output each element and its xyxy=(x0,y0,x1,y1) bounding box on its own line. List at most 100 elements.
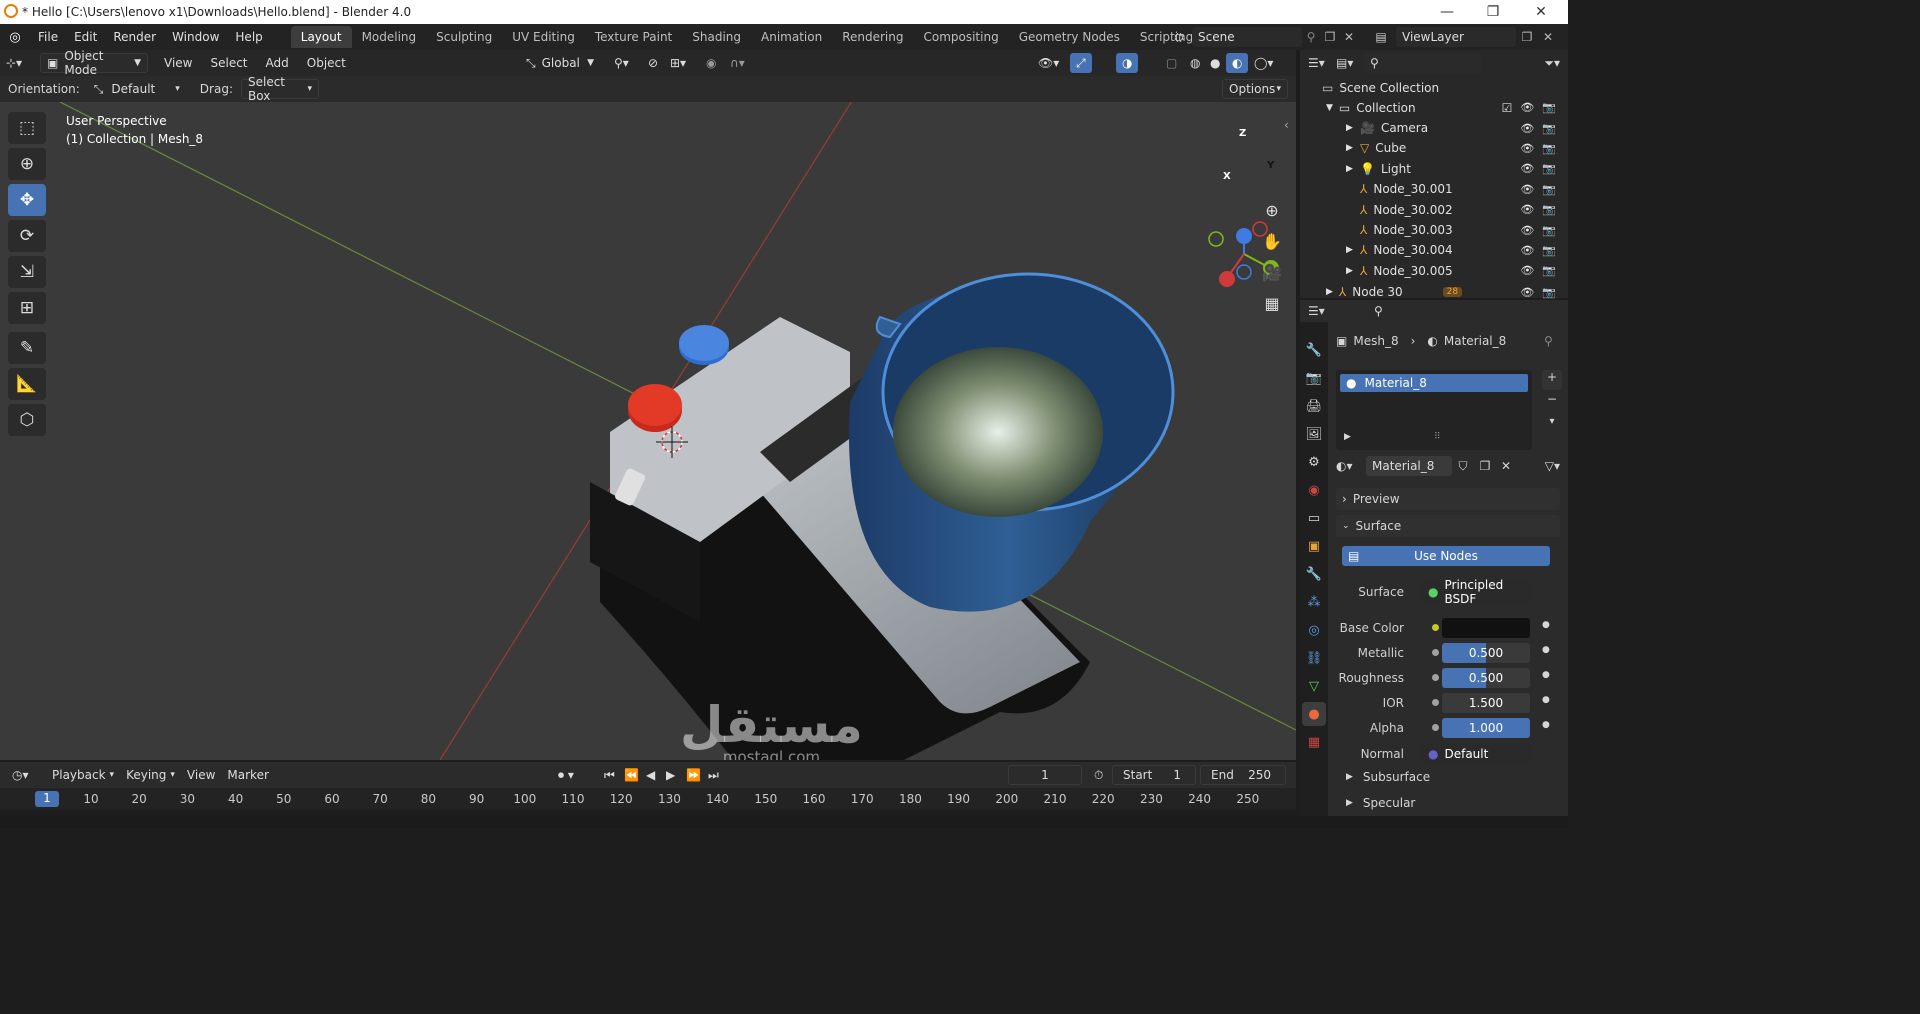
annotate-tool-icon[interactable]: ✎ xyxy=(8,332,46,364)
outliner-row-camera[interactable]: ▶ 🎥 Camera 👁 📷 xyxy=(1300,118,1568,138)
tab-uv-editing[interactable]: UV Editing xyxy=(502,26,585,48)
add-slot-button[interactable]: + xyxy=(1542,370,1562,390)
auto-keying-icon[interactable]: ⏺ ▾ xyxy=(552,765,580,785)
pan-hand-icon[interactable]: ✋ xyxy=(1258,227,1286,255)
object-mode-dropdown[interactable]: ▣ Object Mode ▼ xyxy=(40,49,148,77)
visibility-eye-icon[interactable]: 👁 xyxy=(1520,244,1534,257)
physics-tab-icon[interactable]: ◎ xyxy=(1302,618,1326,642)
scale-tool-icon[interactable]: ⇲ xyxy=(8,256,46,288)
play-reverse-icon[interactable]: ◀ xyxy=(640,765,661,785)
visibility-eye-icon[interactable]: 👁 xyxy=(1520,203,1534,216)
expand-arrow-icon[interactable]: ▶ xyxy=(1346,143,1360,153)
surface-panel-header[interactable]: ⌄ Surface xyxy=(1336,515,1560,537)
outliner-row-node-30-003[interactable]: ⅄ Node_30.003 👁 📷 xyxy=(1300,220,1568,240)
tab-modeling[interactable]: Modeling xyxy=(352,26,427,48)
texture-tab-icon[interactable]: ▦ xyxy=(1302,730,1326,754)
view-layer-tab-icon[interactable]: 🖼 xyxy=(1302,422,1326,446)
scene-collection-row[interactable]: ▭ Scene Collection xyxy=(1300,78,1568,98)
animate-dot-icon[interactable]: ● xyxy=(1542,670,1550,680)
options-dropdown[interactable]: Options ▾ xyxy=(1222,79,1288,99)
animate-dot-icon[interactable]: ● xyxy=(1542,645,1550,655)
cursor-tool-icon[interactable]: ⊕ xyxy=(8,148,46,180)
expand-arrow-icon[interactable]: ▶ xyxy=(1346,266,1360,276)
visibility-eye-icon[interactable]: 👁 xyxy=(1520,224,1534,237)
subsurface-subpanel[interactable]: ▶ Subsurface xyxy=(1346,770,1430,784)
animate-dot-icon[interactable]: ● xyxy=(1542,720,1550,730)
gizmo-y-label[interactable]: Y xyxy=(1267,160,1274,171)
render-camera-icon[interactable]: 📷 xyxy=(1542,244,1556,257)
collection-tab-icon[interactable]: ▭ xyxy=(1302,506,1326,530)
base-color-swatch[interactable] xyxy=(1442,618,1530,638)
outliner-row-node-30-002[interactable]: ⅄ Node_30.002 👁 📷 xyxy=(1300,200,1568,220)
properties-editor-icon[interactable]: ☰▾ xyxy=(1308,304,1368,318)
tab-geometry-nodes[interactable]: Geometry Nodes xyxy=(1009,26,1130,48)
tab-sculpting[interactable]: Sculpting xyxy=(426,26,502,48)
visibility-eye-icon[interactable]: 👁 xyxy=(1520,162,1534,175)
visibility-eye-icon[interactable]: 👁 xyxy=(1520,183,1534,196)
metallic-slider[interactable]: 0.500 xyxy=(1442,643,1530,663)
alpha-slider[interactable]: 1.000 xyxy=(1442,718,1530,738)
orientation-setting-dropdown[interactable]: ⤡ Default ▾ xyxy=(88,79,186,99)
gizmo-z-label[interactable]: Z xyxy=(1239,128,1246,139)
xray-toggle-icon[interactable]: ▢ xyxy=(1160,53,1183,73)
pin-icon[interactable]: ⚲ xyxy=(1544,334,1553,348)
outliner-row-light[interactable]: ▶ 💡 Light 👁 📷 xyxy=(1300,159,1568,179)
delete-view-layer-icon[interactable]: ✕ xyxy=(1538,30,1558,44)
node-30-row[interactable]: ▶ ⅄ Node 30 28 👁 📷 xyxy=(1300,282,1568,302)
editor-type-icon[interactable]: ⊹▾ xyxy=(0,53,40,73)
surface-shader-field[interactable]: ● Principled BSDF xyxy=(1422,578,1530,606)
outliner-row-node-30-001[interactable]: ⅄ Node_30.001 👁 📷 xyxy=(1300,179,1568,199)
end-frame-field[interactable]: End 250 xyxy=(1200,765,1286,785)
particles-tab-icon[interactable]: ⁂ xyxy=(1302,590,1326,614)
select-box-tool-icon[interactable]: ⬚ xyxy=(8,112,46,144)
timeline-view-menu[interactable]: View xyxy=(181,765,221,785)
material-shading-icon[interactable]: ◐ xyxy=(1226,53,1249,73)
tab-animation[interactable]: Animation xyxy=(751,26,832,48)
tab-layout[interactable]: Layout xyxy=(290,26,352,48)
marker-menu[interactable]: Marker xyxy=(221,765,274,785)
pivot-point-icon[interactable]: ⚲▾ xyxy=(608,53,635,73)
proportional-edit-icon[interactable]: ◉ xyxy=(700,53,722,73)
view-layer-name-field[interactable]: ViewLayer xyxy=(1396,27,1516,47)
constraints-tab-icon[interactable]: ⛓ xyxy=(1302,646,1326,670)
render-camera-icon[interactable]: 📷 xyxy=(1542,162,1556,175)
visibility-eye-icon[interactable]: 👁 xyxy=(1520,101,1534,115)
resize-handle-icon[interactable]: ⠿ xyxy=(1434,432,1441,442)
visibility-eye-icon[interactable]: 👁 xyxy=(1520,286,1534,299)
display-mode-icon[interactable]: ▤▾ xyxy=(1336,56,1364,70)
expand-arrow-icon[interactable]: ▶ xyxy=(1346,164,1360,174)
new-view-layer-icon[interactable]: ❐ xyxy=(1516,30,1538,44)
value-socket-icon[interactable] xyxy=(1432,674,1439,681)
visibility-icon[interactable]: 👁▾ xyxy=(1032,53,1065,73)
minimize-button[interactable]: — xyxy=(1424,0,1470,24)
material-browse-icon[interactable]: ◐▾ xyxy=(1336,459,1366,473)
menu-add[interactable]: Add xyxy=(260,53,295,73)
outliner-row-cube[interactable]: ▶ ▽ Cube 👁 📷 xyxy=(1300,138,1568,158)
tool-tab-icon[interactable]: 🔧 xyxy=(1302,338,1326,362)
timeline-ruler[interactable]: 1 10 20 30 40 50 60 70 80 90 100 110 120 130 140 150 16… xyxy=(0,788,1296,810)
collection-row[interactable]: ▼ ▭ Collection ☑ 👁 📷 xyxy=(1300,98,1568,118)
rendered-shading-icon[interactable]: ◯▾ xyxy=(1248,53,1279,73)
outliner-editor-icon[interactable]: ☰▾ xyxy=(1308,56,1336,70)
visibility-eye-icon[interactable]: 👁 xyxy=(1520,122,1534,135)
material-name-field[interactable]: Material_8 xyxy=(1366,456,1452,476)
falloff-icon[interactable]: ∩▾ xyxy=(724,53,751,73)
visibility-eye-icon[interactable]: 👁 xyxy=(1520,264,1534,277)
tab-rendering[interactable]: Rendering xyxy=(832,26,913,48)
use-nodes-button[interactable]: ▤ Use Nodes xyxy=(1342,546,1550,566)
tab-shading[interactable]: Shading xyxy=(682,26,751,48)
roughness-slider[interactable]: 0.500 xyxy=(1442,668,1530,688)
expand-arrow-icon[interactable]: ▶ xyxy=(1346,123,1360,133)
menu-help[interactable]: Help xyxy=(227,24,270,50)
material-slot-item[interactable]: ● Material_8 xyxy=(1340,374,1528,392)
object-tab-icon[interactable]: ▣ xyxy=(1302,534,1326,558)
render-camera-icon[interactable]: 📷 xyxy=(1542,264,1556,277)
slot-specials-icon[interactable]: ▾ xyxy=(1542,416,1562,427)
gizmo-toggle-icon[interactable]: ⤢ xyxy=(1070,53,1092,73)
outliner-search-field[interactable]: ⚲ xyxy=(1364,53,1482,73)
start-frame-field[interactable]: Start 1 xyxy=(1112,765,1196,785)
render-camera-icon[interactable]: 📷 xyxy=(1542,224,1556,237)
new-scene-icon[interactable]: ❐ xyxy=(1320,30,1340,44)
scene-tab-icon[interactable]: ⚙ xyxy=(1302,450,1326,474)
value-socket-icon[interactable] xyxy=(1432,699,1439,706)
